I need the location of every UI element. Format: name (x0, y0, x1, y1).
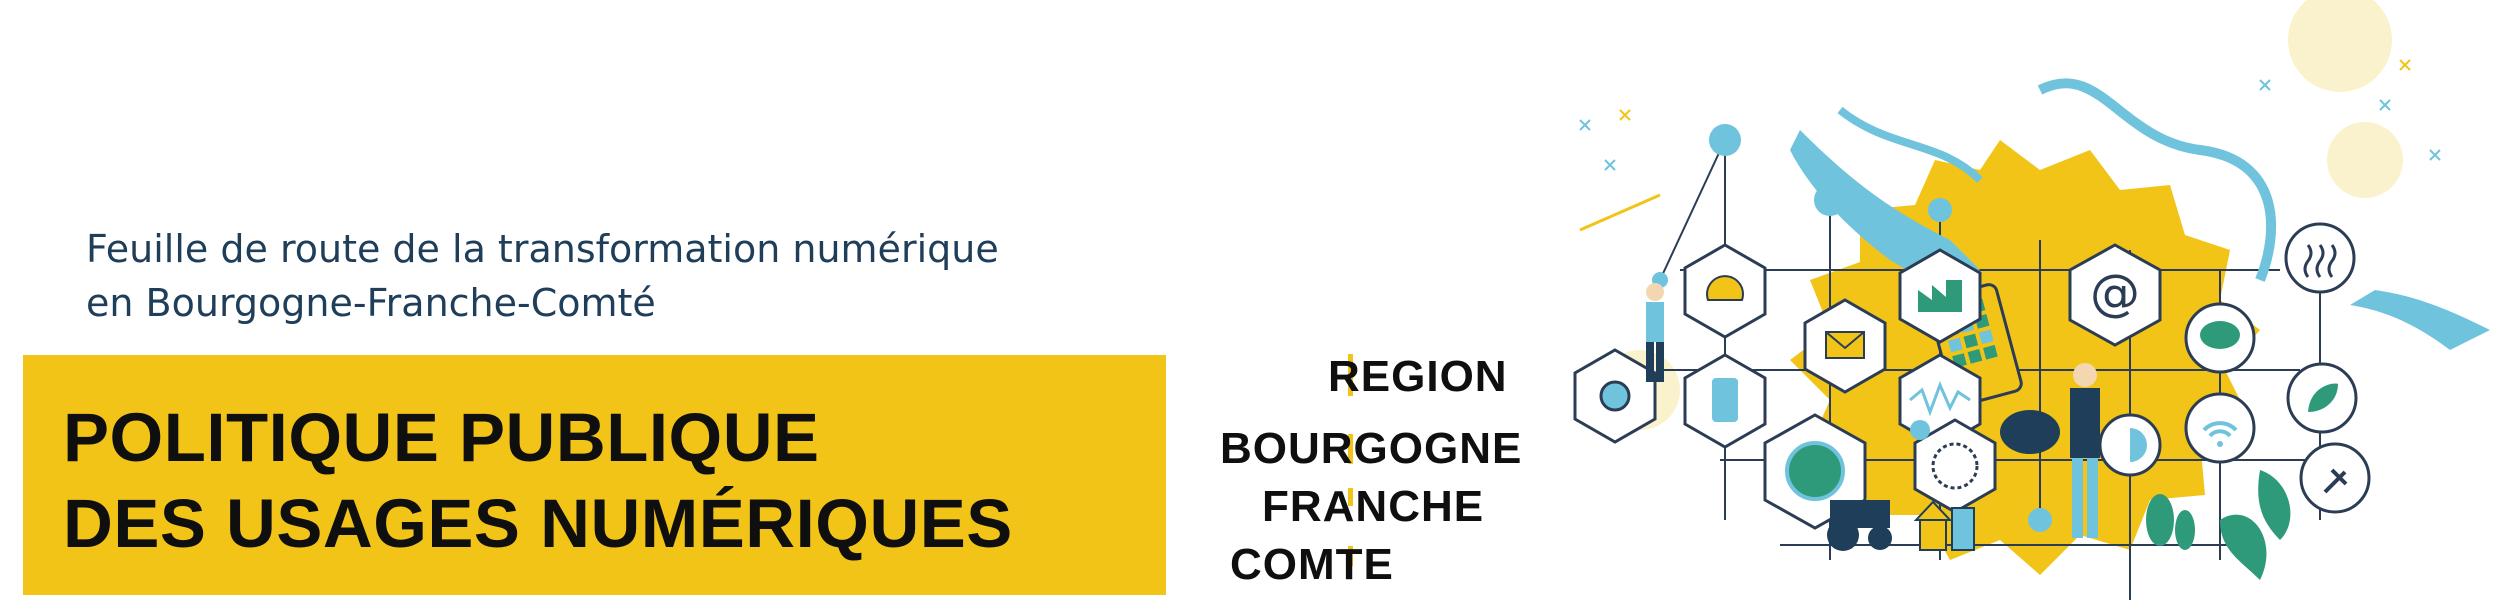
phone-icon (1712, 378, 1738, 422)
speech-bubble-icon (2200, 321, 2240, 349)
title-line-1: POLITIQUE PUBLIQUE (63, 399, 820, 476)
eye-icon (1599, 380, 1631, 412)
wifi-dot (2217, 441, 2223, 447)
plug-node (2299, 442, 2371, 514)
heat-node (2284, 222, 2356, 294)
page-title: POLITIQUE PUBLIQUE DES USAGES NUMÉRIQUES (63, 395, 1153, 567)
right-hand (2350, 290, 2490, 350)
title-line-2: DES USAGES NUMÉRIQUES (63, 485, 1013, 562)
digital-network-illustration: @ (1573, 0, 2490, 600)
logo-word-bourgogne: BOURGOGNE (1220, 424, 1523, 473)
dark-speech-bubble (2000, 410, 2060, 454)
region-logo: REGION BOURGOGNE FRANCHE COMTE (1220, 350, 1540, 590)
logo-word-franche: FRANCHE (1262, 482, 1485, 531)
subtitle: Feuille de route de la transformation nu… (86, 222, 1206, 330)
decor-circle-top (2288, 0, 2392, 92)
at-icon: @ (2090, 264, 2140, 322)
decor-arrow (1579, 193, 1661, 232)
logo-word-region: REGION (1328, 352, 1508, 401)
decor-crosses-yellow (1619, 59, 2411, 121)
subtitle-line-1: Feuille de route de la transformation nu… (86, 227, 999, 271)
subtitle-line-2: en Bourgogne-Franche-Comté (86, 281, 656, 325)
logo-word-comte: COMTE (1230, 540, 1394, 589)
globe-icon (1785, 441, 1845, 501)
wifi-node (2184, 392, 2256, 464)
tractor (1827, 500, 1892, 551)
decor-circle-right (2327, 122, 2403, 198)
